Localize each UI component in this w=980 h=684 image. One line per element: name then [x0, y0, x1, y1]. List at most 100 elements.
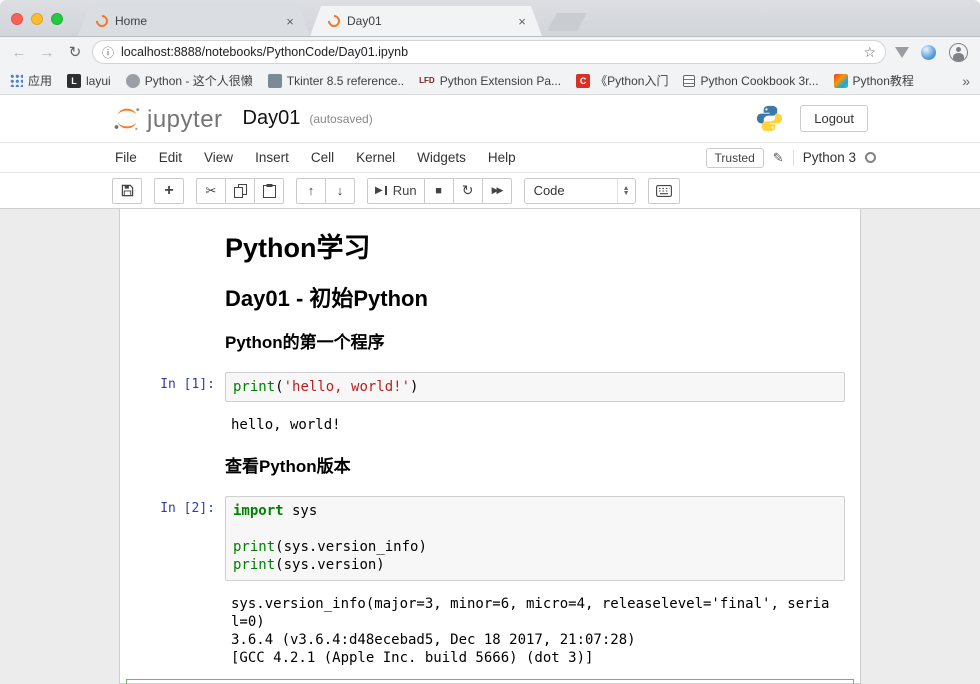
- back-icon[interactable]: ←: [8, 44, 30, 61]
- heading-1: Python学习: [225, 233, 845, 264]
- bookmark-lfd[interactable]: LFD Python Extension Pa...: [419, 74, 561, 88]
- input-prompt: In [2]:: [127, 496, 225, 581]
- markdown-cell-day01[interactable]: Day01 - 初始Python: [126, 275, 854, 322]
- bookmark-label: 应用: [28, 72, 52, 89]
- forward-icon[interactable]: →: [36, 44, 58, 61]
- arrow-down-icon: ↓: [337, 183, 344, 198]
- minimize-window-button[interactable]: [31, 13, 43, 25]
- python-logo-icon: [755, 104, 784, 133]
- autosave-status: (autosaved): [309, 112, 372, 126]
- divider: [793, 150, 794, 166]
- select-arrows-icon: ▲▼: [617, 179, 635, 203]
- menu-insert[interactable]: Insert: [244, 146, 300, 169]
- jupyter-logo[interactable]: jupyter: [112, 105, 223, 132]
- menu-cell[interactable]: Cell: [300, 146, 345, 169]
- fast-forward-icon: ▶▶: [492, 185, 502, 196]
- cell-prompt: [127, 454, 225, 480]
- page-info-icon[interactable]: ⓘ: [102, 44, 114, 61]
- tab-home[interactable]: Home ×: [78, 6, 310, 36]
- tkinter-favicon: [268, 74, 282, 88]
- interrupt-kernel-button[interactable]: ■: [424, 178, 454, 204]
- bookmark-python-blog[interactable]: Python - 这个人很懒: [126, 72, 253, 89]
- kernel-name: Python 3: [803, 150, 856, 165]
- tab-close-icon[interactable]: ×: [514, 14, 530, 29]
- bookmark-label: Python Cookbook 3r...: [700, 74, 818, 88]
- jupyter-favicon: [326, 13, 343, 30]
- copy-cell-button[interactable]: [225, 178, 255, 204]
- profile-avatar-icon[interactable]: [949, 43, 968, 62]
- code-output-1: hello, world!: [126, 410, 854, 446]
- menu-view[interactable]: View: [193, 146, 244, 169]
- copy-icon: [234, 184, 247, 198]
- url-text[interactable]: localhost:8888/notebooks/PythonCode/Day0…: [121, 45, 856, 59]
- kernel-status-icon: [865, 152, 876, 163]
- bookmark-label: 《Python入门: [595, 72, 668, 89]
- bookmark-label: Python教程: [853, 72, 914, 89]
- cell-prompt: [127, 283, 225, 314]
- restart-run-all-button[interactable]: ▶▶: [482, 178, 512, 204]
- python-blog-favicon: [126, 74, 140, 88]
- step-bar-icon: [385, 186, 387, 195]
- bookmarks-overflow-icon[interactable]: »: [962, 73, 970, 89]
- tab-day01[interactable]: Day01 ×: [310, 6, 542, 36]
- tab-close-icon[interactable]: ×: [282, 14, 298, 29]
- menu-help[interactable]: Help: [477, 146, 527, 169]
- code-input[interactable]: print('hello, world!'): [225, 372, 845, 402]
- stop-icon: ■: [435, 185, 442, 197]
- bookmark-layui[interactable]: L layui: [67, 74, 111, 88]
- menu-widgets[interactable]: Widgets: [406, 146, 477, 169]
- bookmark-tkinter[interactable]: Tkinter 8.5 reference..: [268, 74, 404, 88]
- zoom-window-button[interactable]: [51, 13, 63, 25]
- bookmark-python-intro[interactable]: C 《Python入门: [576, 72, 668, 89]
- plus-icon: +: [164, 183, 173, 199]
- address-bar[interactable]: ⓘ localhost:8888/notebooks/PythonCode/Da…: [92, 40, 886, 64]
- code-cell-2: In [2]: import sys print(sys.version_inf…: [126, 488, 854, 589]
- menu-edit[interactable]: Edit: [148, 146, 193, 169]
- bookmark-cookbook[interactable]: Python Cookbook 3r...: [683, 74, 818, 88]
- floppy-icon: [121, 184, 134, 197]
- cell-type-select[interactable]: Code ▲▼: [524, 178, 636, 204]
- menu-kernel[interactable]: Kernel: [345, 146, 406, 169]
- paste-cell-button[interactable]: [254, 178, 284, 204]
- close-window-button[interactable]: [11, 13, 23, 25]
- logout-button[interactable]: Logout: [800, 105, 868, 132]
- jupyter-menubar: File Edit View Insert Cell Kernel Widget…: [0, 142, 980, 173]
- run-button[interactable]: ▶ Run: [367, 178, 425, 204]
- command-palette-button[interactable]: [648, 178, 680, 204]
- extension-globe-icon[interactable]: [921, 45, 936, 60]
- notebook-toolbar: + ✂ ↑ ↓ ▶ Run: [0, 173, 980, 209]
- markdown-cell-first-program[interactable]: Python的第一个程序: [126, 322, 854, 364]
- cut-cell-button[interactable]: ✂: [196, 178, 226, 204]
- new-tab-button[interactable]: [547, 13, 587, 31]
- bookmark-python-tutorial[interactable]: Python教程: [834, 72, 914, 89]
- scissors-icon: ✂: [206, 183, 217, 199]
- move-cell-down-button[interactable]: ↓: [325, 178, 355, 204]
- feather-favicon: [834, 74, 848, 88]
- trusted-badge[interactable]: Trusted: [706, 148, 764, 168]
- markdown-cell-title[interactable]: Python学习: [126, 222, 854, 275]
- markdown-cell-version[interactable]: 查看Python版本: [126, 446, 854, 488]
- notebook-title[interactable]: Day01: [243, 107, 301, 130]
- menu-file[interactable]: File: [104, 146, 148, 169]
- window-controls: [11, 13, 63, 25]
- edit-mode-pencil-icon: ✎: [773, 150, 784, 166]
- play-icon: ▶: [375, 185, 383, 196]
- move-cell-up-button[interactable]: ↑: [296, 178, 326, 204]
- heading-3: Python的第一个程序: [225, 333, 845, 353]
- save-button[interactable]: [112, 178, 142, 204]
- bookmark-star-icon[interactable]: ☆: [863, 44, 876, 61]
- output-text: hello, world!: [224, 412, 846, 438]
- code-input[interactable]: import sys print(sys.version_info) print…: [225, 496, 845, 581]
- restart-kernel-button[interactable]: ↻: [453, 178, 483, 204]
- refresh-icon[interactable]: ↻: [64, 43, 86, 61]
- bookmark-label: Python Extension Pa...: [440, 74, 561, 88]
- notebook-scroll-area[interactable]: Python学习 Day01 - 初始Python Python的第一个程序 I…: [0, 209, 980, 684]
- tab-bar: Home × Day01 ×: [0, 0, 980, 37]
- extension-triangle-icon[interactable]: [895, 47, 909, 58]
- jupyter-wordmark: jupyter: [147, 108, 223, 132]
- add-cell-button[interactable]: +: [154, 178, 184, 204]
- restart-icon: ↻: [462, 182, 474, 199]
- bookmark-apps[interactable]: 应用: [10, 72, 52, 89]
- tab-title: Day01: [347, 14, 507, 28]
- input-prompt: In [1]:: [127, 372, 225, 402]
